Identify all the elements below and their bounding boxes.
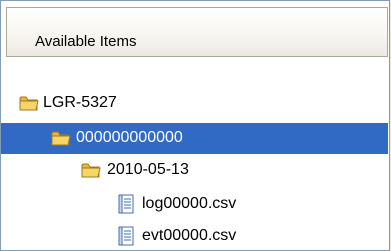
folder-icon	[50, 127, 72, 149]
tree-item-selected-label: 000000000000	[76, 129, 183, 146]
column-header[interactable]: Available Items	[6, 7, 388, 57]
tree-item-selected[interactable]: 000000000000	[1, 123, 388, 154]
folder-icon	[18, 92, 40, 114]
tree-item-root[interactable]: LGR-5327	[18, 90, 117, 116]
tree-item-file-label: log00000.csv	[142, 195, 237, 212]
tree-item-file[interactable]: evt00000.csv	[115, 223, 236, 249]
tree-item-root-label: LGR-5327	[43, 94, 117, 111]
file-icon	[115, 193, 137, 215]
file-icon	[115, 225, 137, 247]
tree-item-date-folder[interactable]: 2010-05-13	[80, 157, 189, 183]
tree-item-file-label: evt00000.csv	[142, 227, 237, 244]
tree-item-file[interactable]: log00000.csv	[115, 191, 236, 217]
folder-icon	[80, 159, 102, 181]
available-items-panel: Available Items LGR-5327 000000000000 20…	[0, 0, 390, 251]
column-header-label: Available Items	[35, 33, 137, 50]
tree-item-date-folder-label: 2010-05-13	[107, 161, 189, 178]
